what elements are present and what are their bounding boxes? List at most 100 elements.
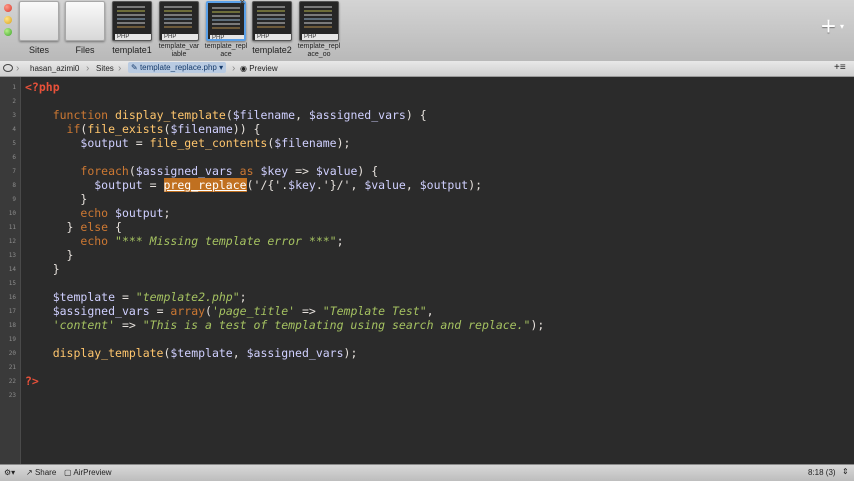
eye-icon[interactable] — [3, 64, 13, 72]
function-name: display_template — [115, 108, 226, 122]
variable: $output — [94, 178, 143, 192]
share-label: Share — [34, 468, 57, 477]
breadcrumb-file-label: template_replace.php — [139, 63, 217, 72]
string-literal: "template2.php" — [135, 290, 240, 304]
path-bar: › hasan_azimi0 › Sites › ✎ template_repl… — [0, 61, 854, 77]
tab-sites[interactable]: Sites — [17, 0, 61, 60]
line-number: 17 — [8, 308, 16, 315]
variable: $key — [288, 178, 316, 192]
variable: $value — [364, 178, 406, 192]
line-number: 11 — [8, 224, 16, 231]
tab-label-line1: template_repl — [297, 43, 341, 50]
files-thumbnail — [65, 1, 105, 41]
code-fragment: .'}/', — [315, 178, 365, 192]
variable: $filename — [274, 136, 337, 150]
function-name: display_template — [52, 346, 164, 360]
function-name: file_get_contents — [149, 136, 268, 150]
line-number: 12 — [8, 238, 16, 245]
code-line-11: } else { — [25, 220, 122, 234]
new-tab-plus-icon[interactable]: + — [821, 13, 836, 39]
variable: $filename — [232, 108, 296, 122]
code-line-5: $output = file_get_contents($filename); — [80, 136, 351, 150]
line-number: 5 — [12, 140, 16, 147]
variable: $output — [80, 136, 129, 150]
variable: $assigned_vars — [308, 108, 406, 122]
string-literal: 'page_title' — [211, 304, 296, 318]
share-icon: ↗ — [26, 468, 35, 477]
code-line-22: ?> — [25, 374, 39, 388]
airpreview-button[interactable]: ▢ AirPreview — [64, 468, 112, 477]
line-number: 21 — [8, 364, 16, 371]
add-split-icon[interactable]: +≡ — [834, 62, 846, 73]
variable: $output — [419, 178, 469, 192]
function-name: file_exists — [87, 122, 164, 136]
code-line-16: $template = "template2.php"; — [52, 290, 247, 304]
code-line-8: $output = preg_replace('/{'.$key.'}/', $… — [94, 178, 483, 192]
tab-bar: Sites Files PHP template1 PHP template_v… — [0, 0, 854, 62]
line-number: 4 — [12, 126, 16, 133]
zoom-window-button[interactable] — [4, 28, 12, 36]
line-number: 7 — [12, 168, 16, 175]
close-window-button[interactable] — [4, 4, 12, 12]
chevron-down-icon: ▾ — [219, 63, 224, 72]
breadcrumb-user[interactable]: hasan_azimi0 — [30, 64, 79, 73]
line-number: 22 — [8, 378, 16, 385]
template-replace-oo-thumbnail: PHP — [299, 1, 339, 41]
code-line-18: 'content' => "This is a test of templati… — [52, 318, 545, 332]
tab-label-line2: ace_oo — [307, 51, 331, 58]
line-number: 15 — [8, 280, 16, 287]
code-line-14: } — [25, 262, 60, 276]
code-fragment: ('/{'. — [246, 178, 289, 192]
line-number: 6 — [12, 154, 16, 161]
code-line-13: } — [25, 248, 74, 262]
line-number: 19 — [8, 336, 16, 343]
breadcrumb-sites[interactable]: Sites — [96, 64, 114, 73]
code-line-7: foreach($assigned_vars as $key => $value… — [80, 164, 379, 178]
line-number: 10 — [8, 210, 16, 217]
tab-template-variable[interactable]: PHP template_var iable — [157, 0, 201, 60]
chevron-up-down-icon[interactable]: ⇕ — [842, 467, 849, 476]
eye-icon: ◉ — [240, 64, 250, 73]
code-line-12: echo "*** Missing template error ***"; — [80, 234, 344, 248]
code-line-10: echo $output; — [80, 206, 171, 220]
preview-label: Preview — [249, 64, 278, 73]
chevron-right-icon: › — [118, 63, 122, 74]
line-number: 20 — [8, 350, 16, 357]
minimize-window-button[interactable] — [4, 16, 12, 24]
code-line-20: display_template($template, $assigned_va… — [52, 346, 358, 360]
code-editor[interactable]: <?php function display_template($filenam… — [0, 77, 854, 464]
airpreview-icon: ▢ — [64, 468, 74, 477]
code-line-3: function display_template($filename, $as… — [52, 108, 427, 122]
code-line-17: $assigned_vars = array('page_title' => "… — [52, 304, 434, 318]
variable: $key — [260, 164, 289, 178]
chevron-right-icon: › — [232, 63, 236, 74]
chevron-right-icon: › — [16, 63, 20, 74]
variable: $assigned_vars — [52, 304, 150, 318]
share-button[interactable]: ↗ Share — [26, 468, 56, 477]
string-literal: "*** Missing template error ***" — [115, 234, 337, 248]
php-close-tag: ?> — [25, 374, 39, 388]
line-number: 2 — [12, 98, 16, 105]
keyword: foreach — [80, 164, 129, 178]
line-number: 8 — [12, 182, 16, 189]
tab-files[interactable]: Files — [63, 0, 107, 60]
close-tab-icon[interactable]: ✕ — [238, 0, 246, 8]
sites-thumbnail — [19, 1, 59, 41]
line-number: 23 — [8, 392, 16, 399]
keyword: echo — [80, 206, 109, 220]
keyword: echo — [80, 234, 109, 248]
tab-template2[interactable]: PHP template2 — [250, 0, 294, 60]
variable: $value — [315, 164, 358, 178]
tab-template-replace-oo[interactable]: PHP template_repl ace_oo — [297, 0, 341, 60]
php-badge: PHP — [255, 34, 291, 40]
chevron-down-icon[interactable]: ▾ — [840, 22, 844, 31]
breadcrumb-file[interactable]: ✎ template_replace.php ▾ — [128, 62, 227, 73]
tab-label-line2: ace — [220, 51, 232, 58]
template2-thumbnail: PHP — [252, 1, 292, 41]
gear-icon[interactable]: ⚙▾ — [4, 468, 15, 477]
variable: $assigned_vars — [246, 346, 344, 360]
tab-template1[interactable]: PHP template1 — [110, 0, 154, 60]
string-literal: "This is a test of templating using sear… — [142, 318, 531, 332]
preview-button[interactable]: ◉ Preview — [240, 64, 278, 73]
tab-template-replace[interactable]: PHP ✕ template_repl ace — [204, 0, 248, 60]
